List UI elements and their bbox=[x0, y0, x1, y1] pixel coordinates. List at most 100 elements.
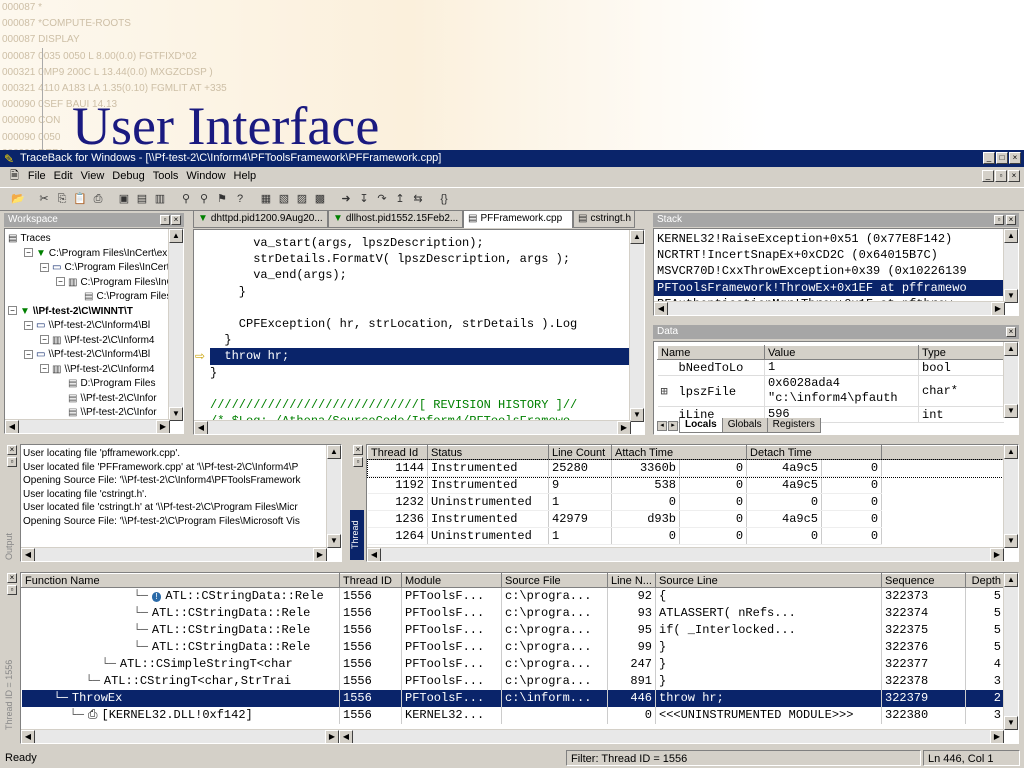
thread-row[interactable]: 1236 Instrumented 42979 d93b 0 4a9c5 0 bbox=[367, 510, 1005, 528]
editor-tab[interactable]: ▤ cstringt.h bbox=[573, 210, 635, 228]
scroll-up-icon[interactable]: ▲ bbox=[1004, 229, 1018, 243]
scroll-down-icon[interactable]: ▼ bbox=[1004, 289, 1018, 303]
thread-col-thread-id[interactable]: Thread Id bbox=[367, 445, 428, 460]
stack-frame[interactable]: MSVCR70D!CxxThrowException+0x39 (0x10226… bbox=[654, 263, 1018, 279]
trace-row[interactable]: └─ ATL::CStringData::Rele 1556 PFToolsF... c… bbox=[21, 604, 1005, 622]
data-col-type[interactable]: Type bbox=[918, 345, 1004, 360]
help-icon[interactable]: ? bbox=[232, 192, 248, 207]
editor-tab[interactable]: ▼ dhttpd.pid1200.9Aug20... bbox=[193, 210, 328, 228]
trace-col-sequence[interactable]: Sequence bbox=[881, 573, 966, 588]
data-icon[interactable]: ▧ bbox=[276, 192, 292, 207]
output-hscroll[interactable]: ◀ ▶ bbox=[21, 547, 327, 561]
stack-hscroll[interactable]: ◀ ▶ bbox=[654, 301, 1005, 315]
data-col-value[interactable]: Value bbox=[764, 345, 919, 360]
thread-col-line-count[interactable]: Line Count bbox=[548, 445, 612, 460]
scroll-up-icon[interactable]: ▲ bbox=[1004, 573, 1018, 587]
scroll-left-icon[interactable]: ◀ bbox=[367, 548, 381, 561]
step-over-icon[interactable]: ↷ bbox=[374, 192, 390, 207]
expander-icon[interactable]: − bbox=[40, 364, 49, 374]
scroll-up-icon[interactable]: ▲ bbox=[169, 229, 183, 243]
scroll-left-icon[interactable]: ◀ bbox=[21, 548, 35, 561]
workspace-tree-item[interactable]: − ▼ C:\Program Files\InCert\ex bbox=[5, 247, 183, 262]
data-row[interactable]: ⊞ lpszFile 0x6028ada4 "c:\inform4\pfauth cha… bbox=[657, 375, 1004, 407]
child-minimize-button[interactable]: _ bbox=[982, 170, 994, 182]
workspace-vscroll[interactable]: ▲ ▼ bbox=[168, 229, 183, 421]
menu-tools[interactable]: Tools bbox=[153, 167, 179, 185]
trace-col-depth[interactable]: Depth bbox=[965, 573, 1005, 588]
scroll-down-icon[interactable]: ▼ bbox=[1004, 534, 1018, 548]
data-close-button[interactable]: × bbox=[1006, 327, 1016, 337]
scroll-down-icon[interactable]: ▼ bbox=[1004, 716, 1018, 730]
scroll-right-icon[interactable]: ▶ bbox=[990, 730, 1004, 743]
workspace-tree-item[interactable]: ▤ C:\Program Files' bbox=[5, 290, 183, 305]
step-out-icon[interactable]: ↥ bbox=[392, 192, 408, 207]
scroll-down-icon[interactable]: ▼ bbox=[327, 534, 341, 548]
expander-icon[interactable] bbox=[56, 408, 65, 417]
threads-vscroll[interactable]: ▲ ▼ bbox=[1003, 445, 1018, 548]
thread-col-attach-time[interactable]: Attach Time bbox=[610, 445, 748, 460]
scroll-left-icon[interactable]: ◀ bbox=[5, 420, 19, 433]
workspace-tree-item[interactable]: ▤ \\Pf-test-2\C\Infor bbox=[5, 392, 183, 407]
scroll-right-icon[interactable]: ▶ bbox=[991, 302, 1005, 315]
expander-icon[interactable]: − bbox=[24, 248, 33, 258]
trace-right-hscroll[interactable]: ◀ ▶ bbox=[339, 729, 1004, 743]
trace-col-thread-id[interactable]: Thread ID bbox=[339, 573, 402, 588]
expander-icon[interactable]: − bbox=[24, 320, 33, 330]
threads-hscroll[interactable]: ◀ ▶ bbox=[367, 547, 1004, 561]
trace-row[interactable]: └─ ATL::CSimpleStringT<char 1556 PFToolsF..… bbox=[21, 655, 1005, 673]
workspace-tree-item[interactable]: − ▥ C:\Program Files\InC bbox=[5, 276, 183, 291]
editor-vscroll[interactable]: ▲ ▼ bbox=[629, 230, 644, 422]
run-icon[interactable]: ➜ bbox=[338, 192, 354, 207]
workspace-tree-item[interactable]: − ▥ \\Pf-test-2\C\Inform4 bbox=[5, 363, 183, 378]
data-tab-registers[interactable]: Registers bbox=[766, 418, 821, 433]
trace-row[interactable]: └─ ATL::CStringData::Rele 1556 PFToolsF... c… bbox=[21, 638, 1005, 656]
thread-col-detach-time[interactable]: Detach Time bbox=[746, 445, 883, 460]
close-button[interactable]: × bbox=[1009, 152, 1021, 164]
data-tab-locals[interactable]: Locals bbox=[679, 418, 723, 433]
stack-float-button[interactable]: ▫ bbox=[994, 215, 1004, 225]
menu-edit[interactable]: Edit bbox=[54, 167, 73, 185]
scroll-down-icon[interactable]: ▼ bbox=[169, 407, 183, 421]
paste-icon[interactable]: 📋 bbox=[72, 192, 88, 207]
expander-icon[interactable] bbox=[56, 393, 65, 402]
trace-col-module[interactable]: Module bbox=[401, 573, 502, 588]
data-col-name[interactable]: Name bbox=[657, 345, 765, 360]
menu-debug[interactable]: Debug bbox=[112, 167, 144, 185]
stack-frame[interactable]: PFToolsFramework!ThrowEx+0x1EF at pffram… bbox=[654, 279, 1018, 296]
thread-row[interactable]: 1144 Instrumented 25280 3360b 0 4a9c5 0 bbox=[367, 458, 1006, 478]
editor-hscroll[interactable]: ◀ ▶ bbox=[194, 420, 631, 434]
trace-col-source-file[interactable]: Source File bbox=[501, 573, 608, 588]
thread-row[interactable]: 1232 Uninstrumented 1 0 0 0 0 bbox=[367, 493, 1005, 511]
editor-tab[interactable]: ▤ PFFramework.cpp bbox=[463, 210, 573, 228]
expander-icon[interactable]: − bbox=[24, 349, 33, 359]
workspace-icon[interactable]: ▣ bbox=[116, 192, 132, 207]
scroll-down-icon[interactable]: ▼ bbox=[630, 408, 644, 422]
scroll-left-icon[interactable]: ◀ bbox=[654, 302, 668, 315]
expander-icon[interactable]: − bbox=[8, 306, 17, 316]
trace-row[interactable]: └─ ATL::CStringData::Rele 1556 PFToolsF... c… bbox=[21, 621, 1005, 639]
trace-left-hscroll[interactable]: ◀ ▶ bbox=[21, 729, 339, 743]
print-icon[interactable]: ⎙ bbox=[90, 192, 106, 207]
workspace-hscroll[interactable]: ◀ ▶ bbox=[5, 419, 170, 433]
editor-tab[interactable]: ▼ dllhost.pid1552.15Feb2... bbox=[328, 210, 463, 228]
workspace-close-button[interactable]: × bbox=[171, 215, 181, 225]
output-float-button[interactable]: ▫ bbox=[7, 457, 17, 467]
expand-icon[interactable]: ⊞ bbox=[661, 384, 679, 399]
data-tab-globals[interactable]: Globals bbox=[721, 418, 768, 433]
braces-icon[interactable]: {} bbox=[436, 192, 452, 207]
thread-col-status[interactable]: Status bbox=[427, 445, 549, 460]
filter-icon[interactable]: ▩ bbox=[312, 192, 328, 207]
threads-float-button[interactable]: ▫ bbox=[353, 457, 363, 467]
workspace-tree-item[interactable]: ▤ Traces bbox=[5, 232, 183, 247]
scroll-down-icon[interactable]: ▼ bbox=[1004, 404, 1018, 418]
menu-window[interactable]: Window bbox=[186, 167, 225, 185]
workspace-tree-item[interactable]: − ▼ \\Pf-test-2\C\WINNT\T bbox=[5, 305, 183, 320]
output-close-button[interactable]: × bbox=[7, 445, 17, 455]
scroll-left-icon[interactable]: ◀ bbox=[21, 730, 35, 743]
scroll-right-icon[interactable]: ▶ bbox=[313, 548, 327, 561]
maximize-button[interactable]: □ bbox=[996, 152, 1008, 164]
menu-view[interactable]: View bbox=[81, 167, 105, 185]
expander-icon[interactable] bbox=[56, 379, 65, 388]
scroll-right-icon[interactable]: ▶ bbox=[156, 420, 170, 433]
scroll-right-icon[interactable]: ▶ bbox=[990, 548, 1004, 561]
